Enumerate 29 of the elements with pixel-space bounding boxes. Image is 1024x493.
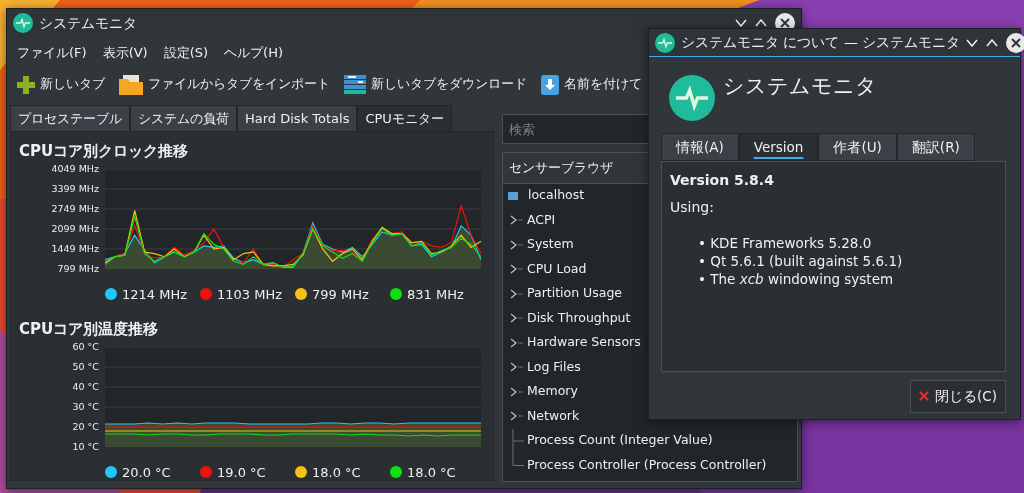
legend-label: 19.0 °C (217, 463, 266, 482)
legend-label: 20.0 °C (122, 463, 171, 482)
legend-label: 18.0 °C (407, 463, 456, 482)
legend-label: 799 MHz (312, 285, 369, 304)
axis-tick-label: 20 °C (72, 420, 99, 433)
component-item: • KDE Frameworks 5.28.0 (697, 234, 873, 253)
axis-tick-label: 40 °C (72, 380, 99, 393)
app-name: システムモニタ (723, 73, 877, 100)
chart-title: CPUコア別温度推移 (19, 319, 160, 340)
window-title: システムモニタ について — システムモニタ (681, 33, 961, 52)
axis-tick-label: 30 °C (72, 400, 99, 413)
axis-tick-label: 2099 MHz (51, 222, 99, 235)
axis-tick-label: 799 MHz (57, 262, 99, 275)
using-label: Using: (670, 198, 715, 218)
component-item: • Qt 5.6.1 (built against 5.6.1) (697, 252, 904, 271)
axis-tick-label: 1449 MHz (51, 242, 99, 255)
axis-tick-label: 2749 MHz (51, 202, 99, 215)
axis-tick-label: 60 °C (72, 340, 99, 353)
axis-tick-label: 4049 MHz (51, 162, 99, 175)
component-item: • The xcb windowing system (697, 270, 895, 289)
legend-label: 831 MHz (407, 285, 464, 304)
axis-tick-label: 3399 MHz (51, 182, 99, 195)
window-title: システムモニタ (39, 13, 137, 33)
chart-title: CPUコア別クロック推移 (19, 141, 190, 162)
legend-label: 1103 MHz (217, 285, 283, 304)
legend-label: 1214 MHz (122, 285, 188, 304)
axis-tick-label: 10 °C (72, 440, 99, 453)
legend-label: 18.0 °C (312, 463, 361, 482)
axis-tick-label: 50 °C (72, 360, 99, 373)
